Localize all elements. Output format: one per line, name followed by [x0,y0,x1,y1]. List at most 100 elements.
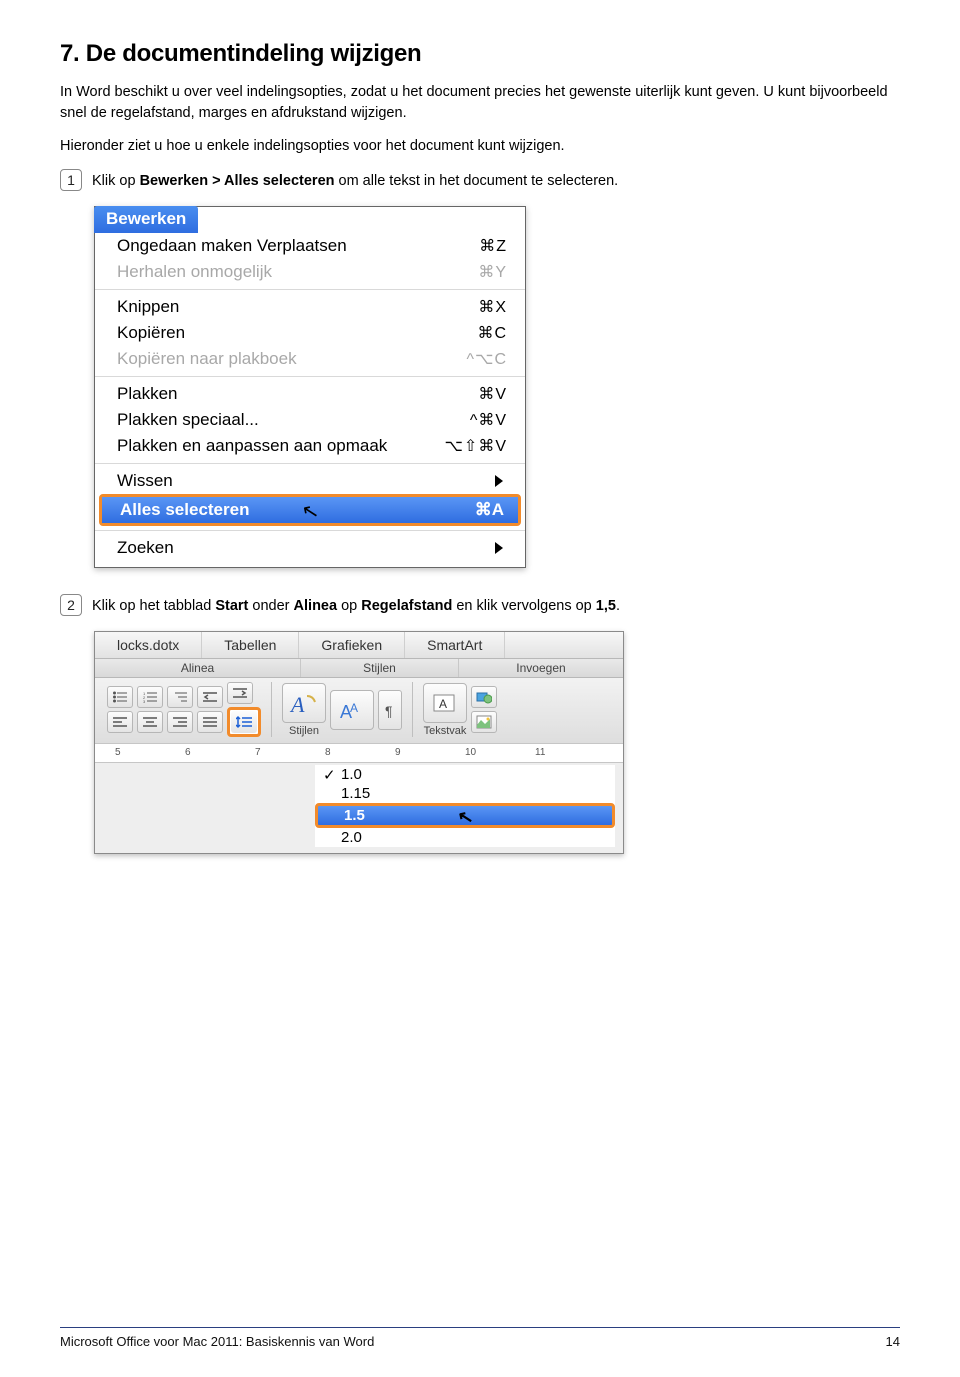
tab[interactable]: SmartArt [405,632,505,658]
tab[interactable]: Grafieken [299,632,405,658]
tab[interactable]: locks.dotx [95,632,202,658]
line-spacing-option[interactable]: 2.0 [315,828,615,847]
align-left-button[interactable] [107,711,133,733]
quick-styles-button[interactable]: A [282,683,326,723]
svg-text:A: A [439,697,447,711]
t: en klik vervolgens op [452,598,595,614]
b: Start [215,598,248,614]
menu-item-paste-match[interactable]: Plakken en aanpassen aan opmaak⌥⇧⌘V [95,433,525,459]
group-label-invoegen: Invoegen [459,659,623,677]
group-stijlen: A Stijlen AA ¶ [276,682,408,737]
multilevel-list-button[interactable] [167,686,193,708]
cursor-icon: ↖ [456,806,475,830]
page-heading: 7. De documentindeling wijzigen [60,40,900,68]
line-spacing-option-highlight[interactable]: 1.5 ↖ [315,803,615,828]
intro-paragraph-1: In Word beschikt u over veel indelingsop… [60,82,890,124]
label-stijlen: Stijlen [289,725,319,737]
menu-item-shortcut: ⌘A [475,500,504,520]
ruler-tick: 7 [255,747,261,758]
tab[interactable]: Tabellen [202,632,299,658]
menu-item-label: Plakken [117,384,478,404]
menu-item-undo[interactable]: Ongedaan maken Verplaatsen⌘Z [95,233,525,259]
footer-page-number: 14 [886,1334,900,1349]
menu-item-shortcut: ⌘X [478,297,507,317]
group-label-stijlen: Stijlen [301,659,459,677]
svg-text:3: 3 [143,699,146,703]
bullets-button[interactable] [107,686,133,708]
b: Regelafstand [361,598,452,614]
menu-item-shortcut: ⌘Z [479,236,507,256]
align-center-button[interactable] [137,711,163,733]
group-label-alinea: Alinea [95,659,301,677]
step-1-pre: Klik op [92,173,140,189]
line-spacing-button[interactable] [231,711,257,733]
menu-item-cut[interactable]: Knippen⌘X [95,294,525,320]
menu-separator [95,463,525,464]
menu-item-label: Alles selecteren [120,500,249,520]
picture-button[interactable] [471,711,497,733]
menu-body: Ongedaan maken Verplaatsen⌘Z Herhalen on… [95,233,525,567]
show-formatting-button[interactable]: ¶ [378,690,402,730]
ls-label: 1.0 [341,766,362,783]
line-spacing-highlight [227,707,261,737]
b: 1,5 [596,598,616,614]
menu-item-find[interactable]: Zoeken [95,535,525,561]
ls-label: 2.0 [341,829,362,846]
screenshot-ribbon: locks.dotx Tabellen Grafieken SmartArt A… [94,631,624,854]
line-spacing-option[interactable]: 1.15 [315,784,615,803]
menu-item-copy[interactable]: Kopiëren⌘C [95,320,525,346]
ruler-tick: 9 [395,747,401,758]
label-tekstvak: Tekstvak [424,725,467,737]
ruler-tick: 6 [185,747,191,758]
step-2-text: Klik op het tabblad Start onder Alinea o… [92,594,620,617]
line-spacing-menu: ✓ 1.0 1.15 1.5 ↖ 2.0 [315,765,615,847]
shape-button[interactable] [471,686,497,708]
menu-item-clear[interactable]: Wissen [95,468,525,494]
step-1-bold: Bewerken > Alles selecteren [140,173,335,189]
intro-paragraph-2: Hieronder ziet u hoe u enkele indelingso… [60,136,890,157]
menu-item-label: Zoeken [117,538,495,558]
check-icon: ✓ [323,766,336,784]
change-styles-button[interactable]: AA [330,690,374,730]
menu-separator [95,376,525,377]
menu-item-label: Plakken en aanpassen aan opmaak [117,436,444,456]
menu-item-shortcut: ⌘V [478,384,507,404]
menu-item-shortcut: ⌥⇧⌘V [444,436,507,456]
decrease-indent-button[interactable] [197,686,223,708]
ls-label: 1.5 [344,807,365,824]
menu-separator [95,530,525,531]
ls-label: 1.15 [341,785,370,802]
menu-item-label: Knippen [117,297,478,317]
t: Klik op het tabblad [92,598,215,614]
svg-text:A: A [289,692,305,716]
menu-item-label: Plakken speciaal... [117,410,470,430]
ruler-tick: 5 [115,747,121,758]
textbox-button[interactable]: A [423,683,467,723]
menu-item-shortcut: ⌘C [477,323,507,343]
menu-item-label: Herhalen onmogelijk [117,262,478,282]
ruler-tick: 10 [465,747,476,758]
step-1-text: Klik op Bewerken > Alles selecteren om a… [92,169,618,192]
step-1-post: om alle tekst in het document te selecte… [334,173,618,189]
t: onder [248,598,293,614]
align-right-button[interactable] [167,711,193,733]
line-spacing-option[interactable]: ✓ 1.0 [315,765,615,784]
group-labels: Alinea Stijlen Invoegen [95,659,623,678]
ruler-tick: 11 [535,747,545,758]
ruler-tick: 8 [325,747,331,758]
menu-item-copy-to-scrapbook: Kopiëren naar plakboek^⌥C [95,346,525,372]
svg-text:A: A [350,701,358,715]
increase-indent-button[interactable] [227,682,253,704]
screenshot-menu: Bewerken Ongedaan maken Verplaatsen⌘Z He… [94,206,526,568]
step-1: 1 Klik op Bewerken > Alles selecteren om… [60,169,900,192]
group-alinea: 123 [101,682,267,737]
ribbon-row: 123 A Stij [95,678,623,743]
menu-item-paste-special[interactable]: Plakken speciaal...^⌘V [95,407,525,433]
menu-item-paste[interactable]: Plakken⌘V [95,381,525,407]
justify-button[interactable] [197,711,223,733]
menu-item-label: Kopiëren [117,323,477,343]
svg-text:¶: ¶ [385,703,393,718]
numbering-button[interactable]: 123 [137,686,163,708]
page-footer: Microsoft Office voor Mac 2011: Basisken… [60,1327,900,1349]
menu-item-select-all-highlight: Alles selecteren ⌘A ↖ [99,494,521,526]
